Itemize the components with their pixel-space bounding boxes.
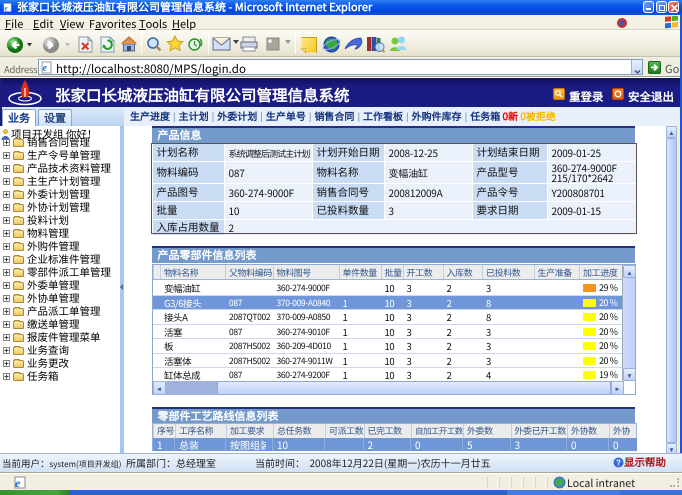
svg-text:e: e (43, 63, 48, 74)
svg-text:e: e (15, 476, 21, 489)
svg-text:?: ? (616, 457, 621, 468)
